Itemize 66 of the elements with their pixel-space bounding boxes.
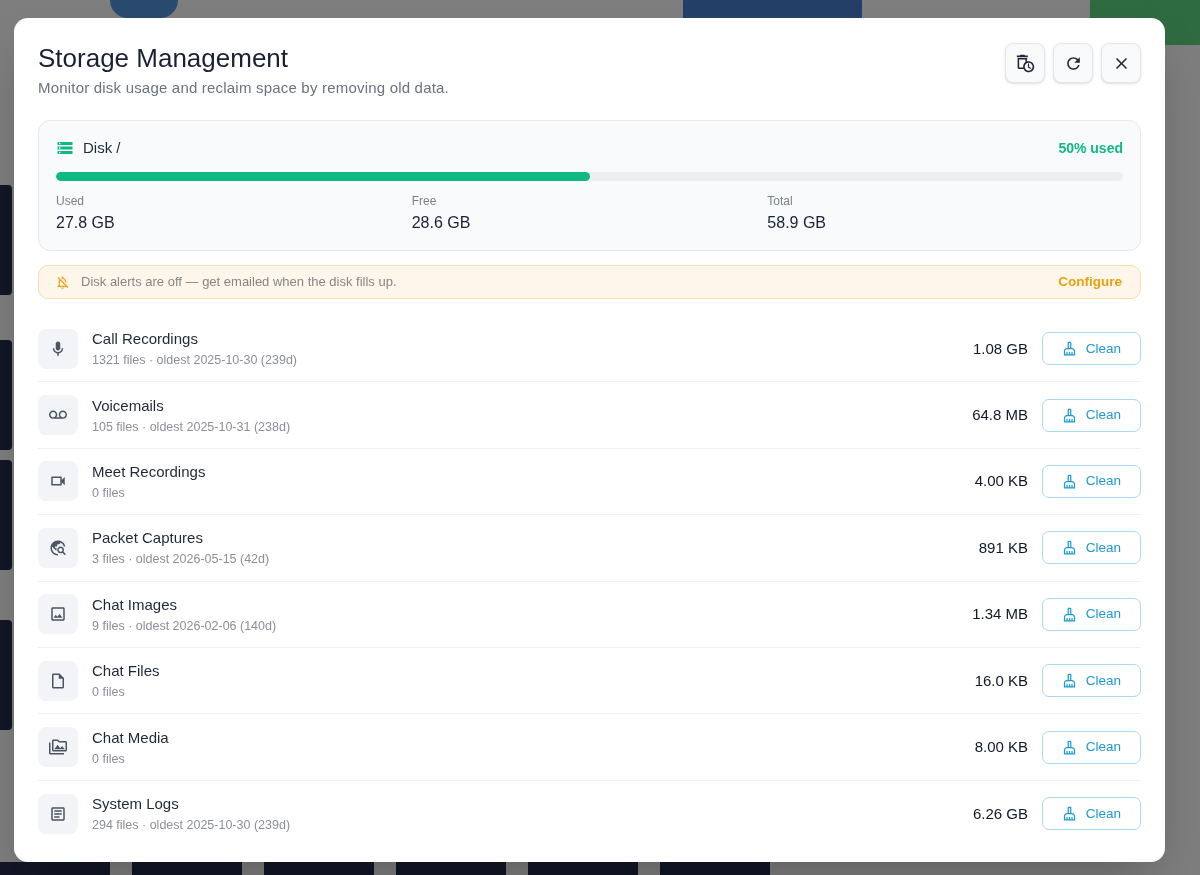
stat-value: 28.6 GB [411, 213, 471, 233]
category-details: 3 files · oldest 2026-05-15 (42d) [92, 551, 270, 568]
image-icon [38, 594, 78, 635]
broom-icon [1061, 606, 1077, 622]
stat-value: 27.8 GB [56, 213, 115, 233]
clean-button[interactable]: Clean [1042, 531, 1141, 565]
stat-label: Used [56, 193, 84, 209]
clean-button[interactable]: Clean [1042, 464, 1141, 498]
disk-name: Disk / [83, 138, 121, 158]
broom-icon [1061, 739, 1077, 755]
clean-button[interactable]: Clean [1042, 797, 1141, 831]
clean-button[interactable]: Clean [1042, 597, 1141, 631]
image-folder-icon [38, 727, 78, 768]
clean-button[interactable]: Clean [1042, 398, 1141, 432]
stat-value: 58.9 GB [767, 213, 827, 233]
category-details: 105 files · oldest 2025-10-31 (238d) [92, 418, 291, 435]
stat-label: Total [767, 193, 793, 209]
category-size: 16.0 KB [974, 670, 1028, 691]
category-size: 891 KB [978, 537, 1028, 558]
broom-icon [1061, 473, 1077, 489]
video-camera-icon [38, 461, 78, 502]
clean-button[interactable]: Clean [1042, 664, 1141, 698]
category-size: 1.34 MB [972, 604, 1028, 625]
trash-clock-icon [1015, 53, 1035, 73]
bell-off-icon [55, 274, 70, 290]
category-name: Chat Media [92, 727, 169, 748]
globe-search-icon [38, 527, 78, 568]
alert-message: Disk alerts are off — get emailed when the disk fills up. [81, 273, 397, 291]
category-name: Packet Captures [92, 528, 203, 549]
category-details: 1321 files · oldest 2025-10-30 (239d) [92, 352, 297, 369]
microphone-icon [38, 328, 78, 369]
usage-percent: 50% used [1058, 139, 1123, 158]
category-name: Call Recordings [92, 329, 198, 350]
category-name: Chat Files [92, 661, 160, 682]
category-name: Meet Recordings [92, 461, 206, 482]
broom-icon [1061, 806, 1077, 822]
category-size: 64.8 MB [972, 405, 1028, 426]
category-size: 1.08 GB [972, 338, 1028, 359]
category-size: 6.26 GB [972, 803, 1028, 824]
configure-link[interactable]: Configure [1058, 272, 1122, 292]
auto-delete-button[interactable] [1005, 43, 1045, 83]
broom-icon [1061, 407, 1077, 423]
broom-icon [1061, 673, 1077, 689]
dialog-title: Storage Management [38, 42, 290, 74]
category-details: 0 files [92, 684, 125, 701]
category-details: 0 files [92, 750, 125, 767]
clean-button[interactable]: Clean [1042, 730, 1141, 764]
broom-icon [1061, 341, 1077, 357]
category-name: System Logs [92, 794, 179, 815]
dialog-subtitle: Monitor disk usage and reclaim space by removing old data. [38, 78, 449, 98]
category-details: 9 files · oldest 2026-02-06 (140d) [92, 617, 277, 634]
category-name: Voicemails [92, 395, 164, 416]
storage-icon [56, 139, 74, 157]
category-name: Chat Images [92, 594, 178, 615]
category-details: 294 files · oldest 2025-10-30 (239d) [92, 817, 291, 834]
clean-button[interactable]: Clean [1042, 332, 1141, 366]
category-size: 4.00 KB [974, 471, 1028, 492]
file-icon [38, 660, 78, 701]
close-button[interactable] [1101, 43, 1141, 83]
stat-label: Free [411, 193, 437, 209]
refresh-button[interactable] [1053, 43, 1093, 83]
voicemail-icon [38, 395, 78, 436]
document-icon [38, 793, 78, 834]
broom-icon [1061, 540, 1077, 556]
category-size: 8.00 KB [974, 737, 1028, 758]
category-details: 0 files [92, 484, 125, 501]
